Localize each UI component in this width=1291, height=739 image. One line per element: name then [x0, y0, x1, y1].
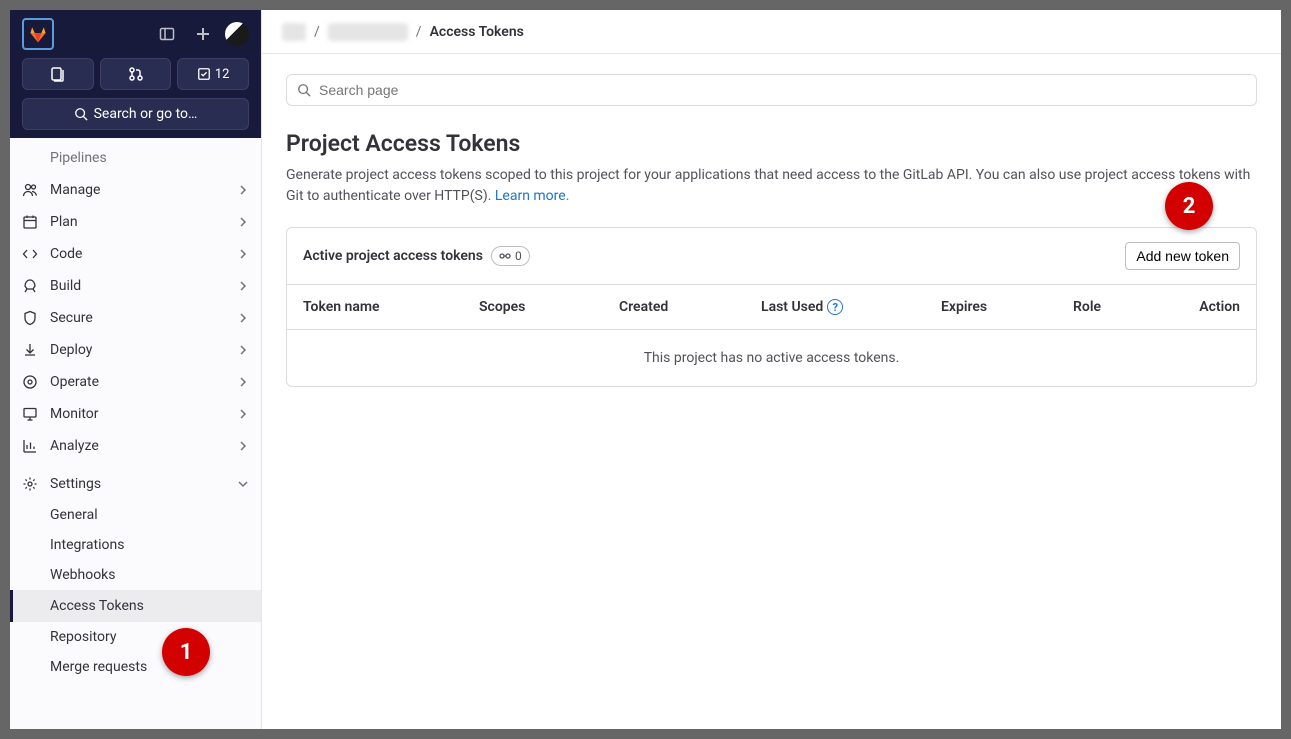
token-icon: [499, 251, 511, 261]
breadcrumb-project[interactable]: [328, 23, 408, 41]
chevron-down-icon: [237, 478, 249, 490]
sidebar-sub-access-tokens[interactable]: Access Tokens: [10, 590, 261, 622]
callout-2: 2: [1165, 182, 1213, 230]
rocket-icon: [22, 278, 38, 294]
merge-requests-pill[interactable]: [100, 58, 172, 90]
todos-pill[interactable]: 12: [177, 58, 249, 90]
add-new-token-button[interactable]: Add new token: [1125, 242, 1240, 270]
page-title: Project Access Tokens: [286, 130, 1257, 157]
operate-icon: [22, 374, 38, 390]
deploy-icon: [22, 342, 38, 358]
todos-count: 12: [215, 67, 230, 82]
user-avatar[interactable]: [225, 22, 249, 46]
col-token-name: Token name: [303, 299, 479, 315]
global-search-label: Search or go to…: [94, 106, 198, 122]
shield-icon: [22, 310, 38, 326]
token-count-badge: 0: [491, 246, 530, 266]
page-search-input[interactable]: [319, 82, 1246, 98]
sidebar-sub-webhooks[interactable]: Webhooks: [10, 560, 261, 590]
chevron-right-icon: [237, 216, 249, 228]
sidebar-item-build[interactable]: Build: [10, 270, 261, 302]
breadcrumb-group[interactable]: [282, 23, 306, 41]
sidebar-sub-integrations[interactable]: Integrations: [10, 530, 261, 560]
sidebar-sub-general[interactable]: General: [10, 500, 261, 530]
sidebar-item-monitor[interactable]: Monitor: [10, 398, 261, 430]
learn-more-link[interactable]: Learn more.: [495, 188, 570, 204]
global-search[interactable]: Search or go to…: [22, 98, 249, 130]
search-icon: [74, 107, 88, 121]
chevron-right-icon: [237, 344, 249, 356]
chevron-right-icon: [237, 408, 249, 420]
code-icon: [22, 246, 38, 262]
col-created: Created: [619, 299, 761, 315]
gear-icon: [22, 476, 38, 492]
sidebar-item-plan[interactable]: Plan: [10, 206, 261, 238]
sidebar-toggle-icon[interactable]: [153, 20, 181, 48]
app-frame: 12 Search or go to… Pipelines Manage Pla…: [10, 10, 1281, 729]
tokens-card: Active project access tokens 0 Add new t…: [286, 227, 1257, 387]
chevron-right-icon: [237, 280, 249, 292]
chevron-right-icon: [237, 184, 249, 196]
sidebar-item-code[interactable]: Code: [10, 238, 261, 270]
breadcrumb-separator: /: [314, 24, 320, 40]
chevron-right-icon: [237, 248, 249, 260]
card-title: Active project access tokens: [303, 248, 483, 264]
tanuki-icon: [28, 24, 48, 44]
breadcrumb-current: Access Tokens: [430, 24, 524, 40]
sidebar-sub-repository[interactable]: Repository: [10, 622, 261, 652]
search-icon: [297, 83, 311, 97]
chevron-right-icon: [237, 376, 249, 388]
callout-1: 1: [162, 628, 210, 676]
col-action: Action: [1173, 299, 1240, 315]
chevron-right-icon: [237, 312, 249, 324]
monitor-icon: [22, 406, 38, 422]
topbar: 12 Search or go to…: [10, 10, 261, 138]
gitlab-logo[interactable]: [22, 18, 54, 50]
analytics-icon: [22, 438, 38, 454]
sidebar-item-manage[interactable]: Manage: [10, 174, 261, 206]
table-header: Token name Scopes Created Last Used? Exp…: [287, 285, 1256, 330]
breadcrumb-separator: /: [416, 24, 422, 40]
breadcrumb: / / Access Tokens: [262, 10, 1281, 54]
calendar-icon: [22, 214, 38, 230]
col-last-used: Last Used?: [761, 299, 941, 315]
sidebar: 12 Search or go to… Pipelines Manage Pla…: [10, 10, 262, 729]
page-description: Generate project access tokens scoped to…: [286, 165, 1257, 207]
sidebar-nav: Pipelines Manage Plan Code Build: [10, 138, 261, 729]
col-role: Role: [1073, 299, 1173, 315]
create-new-icon[interactable]: [189, 20, 217, 48]
sidebar-item-pipelines[interactable]: Pipelines: [10, 142, 261, 174]
chevron-right-icon: [237, 440, 249, 452]
page-search[interactable]: [286, 74, 1257, 106]
sidebar-item-operate[interactable]: Operate: [10, 366, 261, 398]
col-expires: Expires: [941, 299, 1073, 315]
main-content: / / Access Tokens Project Access Tokens …: [262, 10, 1281, 729]
empty-tokens-message: This project has no active access tokens…: [287, 330, 1256, 386]
sidebar-item-deploy[interactable]: Deploy: [10, 334, 261, 366]
help-icon[interactable]: ?: [827, 299, 843, 315]
col-scopes: Scopes: [479, 299, 619, 315]
sidebar-item-analyze[interactable]: Analyze: [10, 430, 261, 462]
users-icon: [22, 182, 38, 198]
sidebar-item-settings[interactable]: Settings: [10, 468, 261, 500]
issues-pill[interactable]: [22, 58, 94, 90]
sidebar-item-secure[interactable]: Secure: [10, 302, 261, 334]
sidebar-sub-merge-requests[interactable]: Merge requests: [10, 652, 261, 682]
